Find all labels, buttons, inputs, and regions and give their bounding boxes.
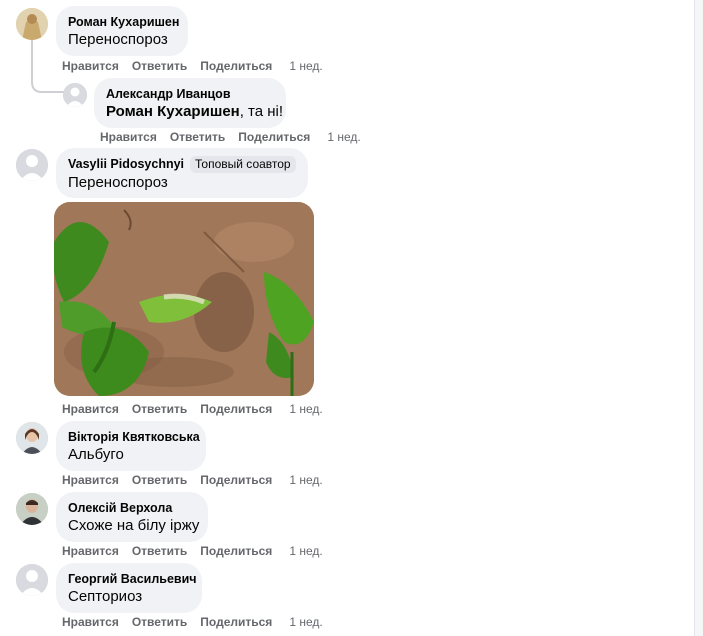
like-button[interactable]: Нравится	[62, 402, 119, 416]
user-photo-icon	[16, 422, 48, 454]
share-button[interactable]: Поделиться	[238, 130, 310, 144]
timestamp[interactable]: 1 нед.	[289, 402, 322, 416]
scrollbar[interactable]	[694, 0, 703, 636]
top-contributor-badge: Топовый соавтор	[190, 156, 296, 173]
comment-actions: Нравится Ответить Поделиться 1 нед.	[62, 58, 336, 74]
default-user-icon	[16, 149, 48, 181]
comment-text: Септориоз	[68, 588, 143, 605]
comment-actions: Нравится Ответить Поделиться 1 нед.	[62, 543, 336, 559]
comment-photo[interactable]	[54, 202, 314, 396]
comment-bubble: Vasylii Pidosychnyi Топовый соавтор Перен…	[56, 148, 308, 198]
reply-author[interactable]: Александр Иванцов	[106, 86, 274, 102]
avatar[interactable]	[16, 149, 48, 181]
comment-author[interactable]: Олексій Верхола	[68, 500, 196, 516]
share-button[interactable]: Поделиться	[200, 59, 272, 73]
avatar[interactable]	[16, 564, 48, 596]
comment-text: Переноспороз	[68, 31, 168, 48]
timestamp[interactable]: 1 нед.	[289, 544, 322, 558]
comment-author[interactable]: Георгий Васильевич	[68, 571, 197, 587]
share-button[interactable]: Поделиться	[200, 544, 272, 558]
user-photo-icon	[16, 8, 48, 40]
comment-actions: Нравится Ответить Поделиться 1 нед.	[62, 401, 336, 417]
comment-author[interactable]: Vasylii Pidosychnyi	[68, 157, 184, 171]
reply-button[interactable]: Ответить	[132, 544, 187, 558]
like-button[interactable]: Нравится	[62, 615, 119, 629]
avatar[interactable]	[16, 493, 48, 525]
default-user-icon	[16, 564, 48, 596]
comment-text: Переноспороз	[68, 174, 168, 191]
comment-text: Схоже на білу іржу	[68, 517, 200, 534]
avatar[interactable]	[16, 422, 48, 454]
like-button[interactable]: Нравится	[62, 473, 119, 487]
comment-text: Альбуго	[68, 446, 124, 463]
avatar[interactable]	[63, 83, 87, 107]
reply-bubble: Александр Иванцов Роман Кухаришен, та ні…	[94, 78, 286, 128]
default-user-icon	[63, 83, 87, 107]
comment-actions: Нравится Ответить Поделиться 1 нед.	[62, 614, 336, 630]
like-button[interactable]: Нравится	[62, 59, 119, 73]
mention-link[interactable]: Роман Кухаришен	[106, 103, 240, 120]
comment-author[interactable]: Роман Кухаришен	[68, 14, 179, 30]
like-button[interactable]: Нравится	[62, 544, 119, 558]
avatar[interactable]	[16, 8, 48, 40]
user-photo-icon	[16, 493, 48, 525]
timestamp[interactable]: 1 нед.	[289, 59, 322, 73]
comment-bubble: Георгий Васильевич Септориоз	[56, 563, 202, 613]
share-button[interactable]: Поделиться	[200, 615, 272, 629]
reply-button[interactable]: Ответить	[132, 59, 187, 73]
reply-actions: Нравится Ответить Поделиться 1 нед.	[100, 129, 374, 145]
like-button[interactable]: Нравится	[100, 130, 157, 144]
plant-photo-image	[54, 202, 314, 396]
comment-bubble: Вікторія Квятковська Альбуго	[56, 421, 206, 471]
timestamp[interactable]: 1 нед.	[327, 130, 360, 144]
reply-text: Роман Кухаришен, та ні!	[106, 103, 284, 120]
reply-button[interactable]: Ответить	[132, 473, 187, 487]
reply-button[interactable]: Ответить	[132, 615, 187, 629]
comment-bubble: Роман Кухаришен Переноспороз	[56, 6, 188, 56]
comment-bubble: Олексій Верхола Схоже на білу іржу	[56, 492, 208, 542]
reply-button[interactable]: Ответить	[132, 402, 187, 416]
comment-author-row: Vasylii Pidosychnyi Топовый соавтор	[68, 156, 296, 173]
reply-button[interactable]: Ответить	[170, 130, 225, 144]
comment-author[interactable]: Вікторія Квятковська	[68, 429, 200, 445]
share-button[interactable]: Поделиться	[200, 473, 272, 487]
comment-actions: Нравится Ответить Поделиться 1 нед.	[62, 472, 336, 488]
share-button[interactable]: Поделиться	[200, 402, 272, 416]
timestamp[interactable]: 1 нед.	[289, 615, 322, 629]
timestamp[interactable]: 1 нед.	[289, 473, 322, 487]
